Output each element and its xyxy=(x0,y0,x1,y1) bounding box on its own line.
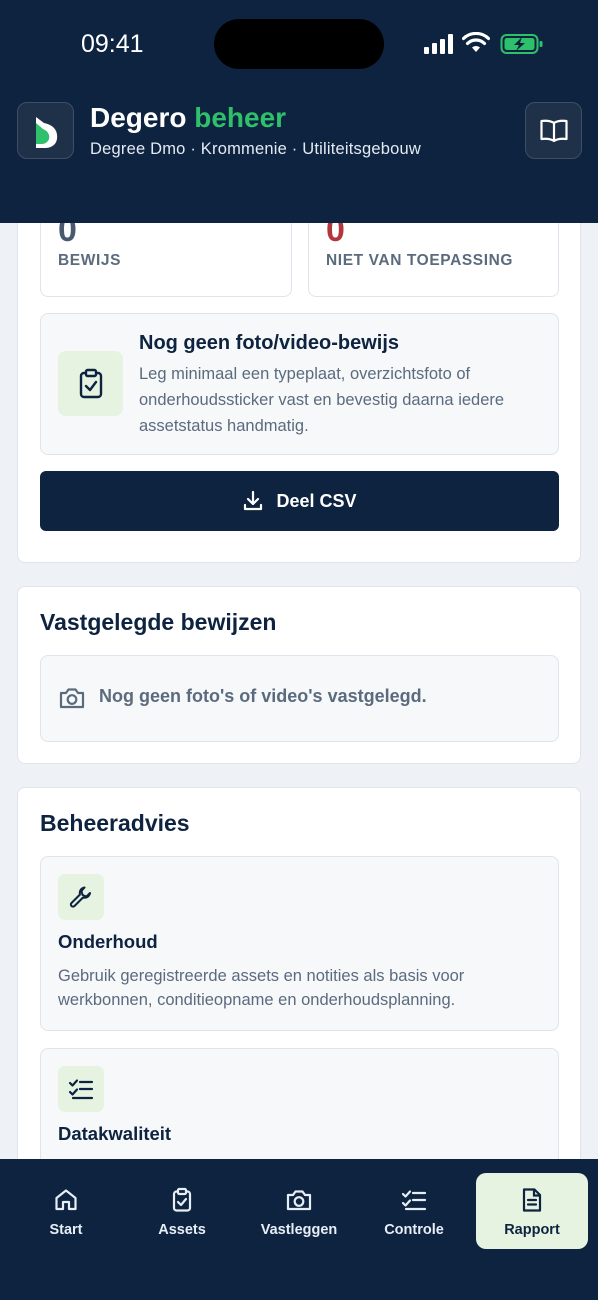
document-icon xyxy=(522,1188,542,1212)
advice-title: Datakwaliteit xyxy=(58,1123,172,1144)
brand-primary: Degero xyxy=(90,102,187,133)
evidence-section-title: Vastgelegde bewijzen xyxy=(40,609,277,635)
cellular-signal-icon xyxy=(424,34,454,54)
tab-assets[interactable]: Assets xyxy=(126,1173,238,1249)
share-csv-label: Deel CSV xyxy=(276,490,357,511)
stat-label: NIET VAN TOEPASSING xyxy=(326,252,514,269)
advice-item-datakwaliteit: Datakwaliteit xyxy=(40,1048,559,1159)
home-icon xyxy=(55,1189,77,1211)
report-summary-card: 0 BEWIJS 0 NIET VAN TOEPASSING Nog geen … xyxy=(17,223,581,563)
bottom-tab-bar: Start Assets Vastleggen Controle Rapport xyxy=(0,1159,598,1300)
no-evidence-notice: Nog geen foto/video-bewijs Leg minimaal … xyxy=(40,313,559,455)
evidence-empty-state: Nog geen foto's of video's vastgelegd. xyxy=(40,655,559,742)
notice-body: Leg minimaal een typeplaat, overzichtsfo… xyxy=(139,365,505,435)
brand-accent: beheer xyxy=(194,102,287,133)
tab-label: Controle xyxy=(384,1222,444,1238)
evidence-empty-text: Nog geen foto's of video's vastgelegd. xyxy=(99,686,427,706)
checklist-icon xyxy=(401,1190,427,1211)
evidence-section: Vastgelegde bewijzen Nog geen foto's of … xyxy=(17,586,581,764)
camera-icon xyxy=(59,688,85,709)
stat-value: 0 xyxy=(58,223,77,249)
advice-section-title: Beheeradvies xyxy=(40,810,190,836)
book-open-icon xyxy=(539,119,568,142)
advice-body: Gebruik geregistreerde assets en notitie… xyxy=(58,967,465,1009)
notice-title: Nog geen foto/video-bewijs xyxy=(139,332,400,354)
stat-label: BEWIJS xyxy=(58,252,122,269)
download-icon xyxy=(244,490,263,511)
tab-controle[interactable]: Controle xyxy=(358,1173,470,1249)
tab-label: Start xyxy=(49,1222,83,1238)
advice-item-onderhoud: Onderhoud Gebruik geregistreerde assets … xyxy=(40,856,559,1031)
wrench-icon xyxy=(58,874,104,920)
clipboard-check-icon xyxy=(58,351,123,416)
checklist-icon xyxy=(58,1066,104,1112)
status-time: 09:41 xyxy=(81,30,144,58)
stat-bewijs: 0 BEWIJS xyxy=(40,223,292,297)
main-content[interactable]: 0 BEWIJS 0 NIET VAN TOEPASSING Nog geen … xyxy=(0,223,598,1159)
stat-niet-van-toepassing: 0 NIET VAN TOEPASSING xyxy=(308,223,559,297)
battery-charging-icon xyxy=(500,34,543,54)
tab-label: Assets xyxy=(158,1222,206,1238)
tab-start[interactable]: Start xyxy=(10,1173,122,1249)
camera-icon xyxy=(286,1190,312,1211)
advice-section: Beheeradvies Onderhoud Gebruik geregistr… xyxy=(17,787,581,1159)
app-header: 09:41 Degero beheer Degree Dmo · Krommen… xyxy=(0,0,598,223)
tab-label: Rapport xyxy=(504,1222,560,1238)
share-csv-button[interactable]: Deel CSV xyxy=(40,471,559,531)
clipboard-check-icon xyxy=(172,1187,192,1212)
tab-rapport[interactable]: Rapport xyxy=(476,1173,588,1249)
dynamic-island xyxy=(214,19,384,69)
wifi-icon xyxy=(462,32,490,52)
app-brand: Degero beheer xyxy=(90,102,286,134)
tab-label: Vastleggen xyxy=(260,1222,338,1238)
stat-value: 0 xyxy=(326,223,345,249)
degero-logo-icon xyxy=(17,102,74,159)
advice-title: Onderhoud xyxy=(58,931,158,952)
tab-vastleggen[interactable]: Vastleggen xyxy=(243,1173,355,1249)
project-subtitle: Degree Dmo · Krommenie · Utiliteitsgebou… xyxy=(90,140,421,158)
guide-button[interactable] xyxy=(525,102,582,159)
